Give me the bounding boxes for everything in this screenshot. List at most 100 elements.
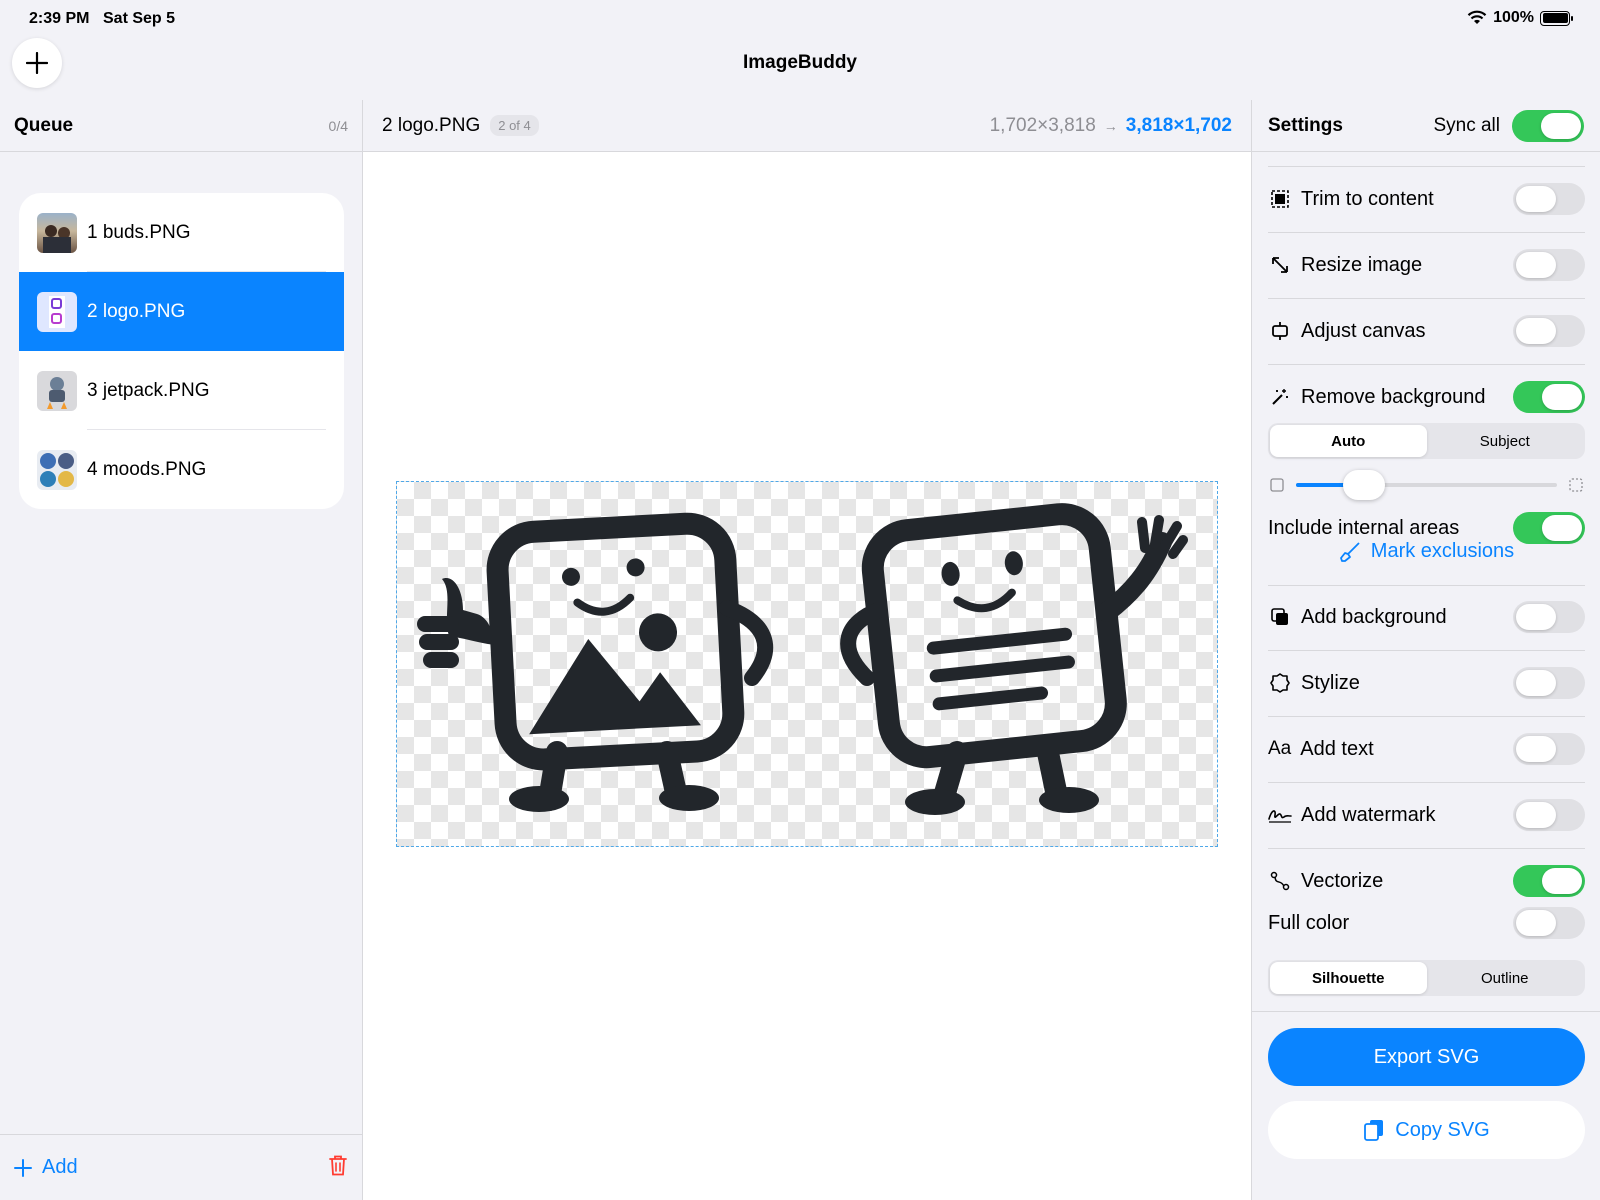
thumbnail-image — [37, 291, 77, 332]
copy-svg-button[interactable]: Copy SVG — [1268, 1101, 1585, 1159]
segment-auto[interactable]: Auto — [1270, 425, 1427, 457]
add-bg-label: Add background — [1301, 605, 1447, 628]
arrow-right-icon: → — [1103, 117, 1118, 134]
full-color-label: Full color — [1268, 911, 1350, 934]
add-button[interactable]: Add — [14, 1156, 78, 1179]
battery-percent: 100% — [1493, 9, 1534, 26]
vectorize-label: Vectorize — [1301, 869, 1384, 892]
mark-exclusions-button[interactable]: Mark exclusions — [1268, 540, 1585, 563]
signature-icon — [1268, 803, 1292, 827]
resize-toggle[interactable] — [1513, 249, 1585, 281]
resize-label: Resize image — [1301, 253, 1423, 276]
add-text-row: Aa Add text — [1268, 729, 1585, 769]
full-color-toggle[interactable] — [1513, 907, 1585, 939]
queue-panel: Queue 0/4 1 buds.PNG 2 logo.PNG 3 jetpac… — [0, 100, 363, 1200]
thumbnail-image — [37, 449, 77, 490]
add-bg-toggle[interactable] — [1513, 601, 1585, 633]
trim-toggle[interactable] — [1513, 183, 1585, 215]
watermark-row: Add watermark — [1268, 795, 1585, 835]
add-button-label: Add — [42, 1156, 78, 1178]
segment-outline[interactable]: Outline — [1427, 962, 1584, 994]
divider — [1268, 782, 1585, 783]
vectorize-toggle[interactable] — [1513, 865, 1585, 897]
queue-header: Queue 0/4 — [0, 100, 362, 152]
add-text-toggle[interactable] — [1513, 733, 1585, 765]
trash-button[interactable] — [328, 1154, 348, 1181]
add-bg-row: Add background — [1268, 597, 1585, 637]
segment-silhouette[interactable]: Silhouette — [1270, 962, 1427, 994]
app-title: ImageBuddy — [742, 52, 858, 73]
bg-mode-segmented: Auto Subject — [1268, 423, 1585, 459]
wifi-icon — [1467, 10, 1487, 24]
internal-areas-label: Include internal areas — [1268, 516, 1460, 539]
canvas-label: Adjust canvas — [1301, 319, 1426, 342]
full-color-row: Full color — [1268, 903, 1585, 943]
divider — [1268, 166, 1585, 167]
copy-icon — [1364, 1120, 1384, 1141]
remove-bg-label: Remove background — [1301, 385, 1486, 408]
divider — [1268, 585, 1585, 586]
vector-mode-segmented: Silhouette Outline — [1268, 960, 1585, 996]
queue-list: 1 buds.PNG 2 logo.PNG 3 jetpack.PNG 4 mo… — [19, 193, 344, 509]
divider — [1268, 298, 1585, 299]
stylize-toggle[interactable] — [1513, 667, 1585, 699]
divider — [1268, 716, 1585, 717]
copy-svg-label: Copy SVG — [1395, 1118, 1490, 1141]
divider — [1268, 848, 1585, 849]
add-text-label: Add text — [1300, 737, 1374, 760]
settings-panel: Settings Sync all Trim to content Resize… — [1251, 100, 1600, 1200]
thumbnail-image — [37, 370, 77, 411]
remove-bg-row: Remove background — [1268, 377, 1585, 417]
plus-icon — [14, 1158, 32, 1177]
list-item[interactable]: 1 buds.PNG — [19, 193, 344, 272]
canvas-toggle[interactable] — [1513, 315, 1585, 347]
watermark-toggle[interactable] — [1513, 799, 1585, 831]
logo-image — [417, 503, 1188, 815]
sync-all-row: Sync all — [1433, 109, 1584, 142]
vectorize-row: Vectorize — [1268, 861, 1585, 901]
divider — [1252, 1011, 1600, 1012]
list-item-label: 2 logo.PNG — [87, 300, 186, 322]
trim-icon — [1268, 187, 1292, 211]
divider — [1268, 232, 1585, 233]
magic-wand-icon — [1268, 385, 1292, 409]
slider-track — [1296, 470, 1557, 500]
list-item-label: 3 jetpack.PNG — [87, 379, 210, 401]
export-svg-button[interactable]: Export SVG — [1268, 1028, 1585, 1086]
dashed-square-icon — [1569, 478, 1583, 492]
status-bar: 2:39 PM Sat Sep 5 100% — [0, 0, 1600, 36]
divider — [1268, 650, 1585, 651]
threshold-slider[interactable] — [1268, 470, 1585, 500]
trim-label: Trim to content — [1301, 187, 1434, 210]
text-icon: Aa — [1268, 738, 1292, 759]
brush-icon — [1339, 541, 1360, 562]
list-item[interactable]: 2 logo.PNG — [19, 272, 344, 351]
small-square-icon — [1270, 478, 1284, 492]
preview-header: 2 logo.PNG 2 of 4 1,702×3,818 → 3,818×1,… — [363, 100, 1251, 152]
stylize-row: Stylize — [1268, 663, 1585, 703]
canvas-icon — [1268, 319, 1292, 343]
canvas-row: Adjust canvas — [1268, 311, 1585, 351]
segment-subject[interactable]: Subject — [1427, 425, 1584, 457]
image-canvas[interactable] — [396, 481, 1218, 847]
slider-knob[interactable] — [1342, 470, 1385, 500]
battery-icon — [1540, 10, 1573, 26]
layers-icon — [1268, 605, 1292, 629]
settings-title: Settings — [1268, 114, 1343, 136]
sync-all-toggle[interactable] — [1512, 109, 1584, 142]
list-item-label: 4 moods.PNG — [87, 458, 207, 480]
preview-filename: 2 logo.PNG — [382, 114, 481, 136]
list-item[interactable]: 4 moods.PNG — [19, 430, 344, 509]
original-dimensions: 1,702×3,818 — [989, 114, 1096, 136]
queue-title: Queue — [14, 114, 74, 136]
sync-all-label: Sync all — [1433, 114, 1500, 136]
list-item-label: 1 buds.PNG — [87, 221, 191, 243]
status-date: Sat Sep 5 — [103, 10, 176, 27]
list-item[interactable]: 3 jetpack.PNG — [19, 351, 344, 430]
status-time: 2:39 PM — [29, 10, 90, 27]
stylize-label: Stylize — [1301, 671, 1360, 694]
queue-count: 0/4 — [328, 117, 348, 134]
bezier-path-icon — [1268, 869, 1292, 893]
remove-bg-toggle[interactable] — [1513, 381, 1585, 413]
watermark-label: Add watermark — [1301, 803, 1436, 826]
